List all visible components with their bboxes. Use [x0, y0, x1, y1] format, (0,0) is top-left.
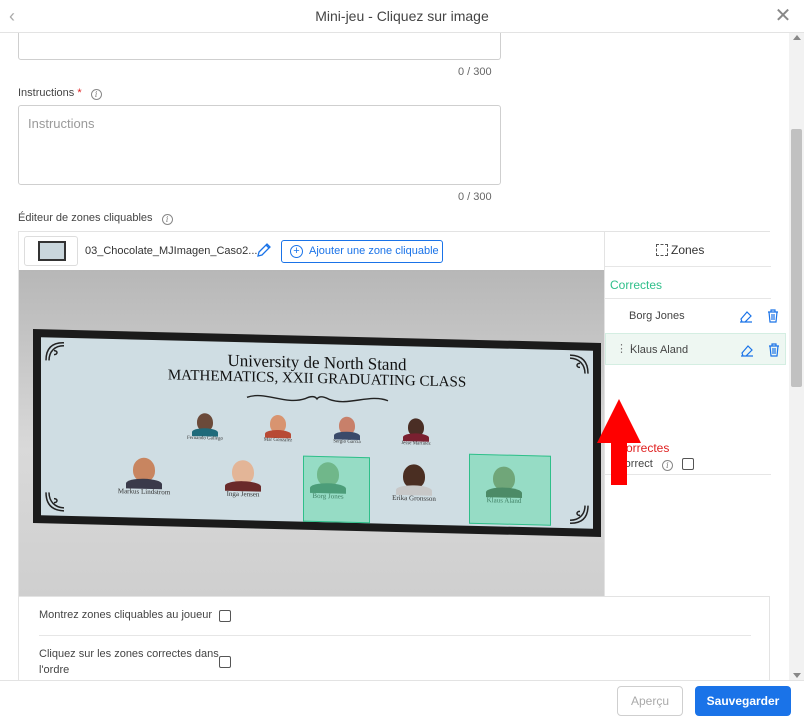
- student-avatar: Fernando Gallego: [175, 413, 235, 443]
- save-button[interactable]: Sauvegarder: [695, 686, 791, 716]
- student-avatar: Mar Gonzalez: [248, 414, 308, 444]
- editor-toolbar: 03_Chocolate_MJImagen_Caso2... + Ajouter…: [19, 232, 604, 270]
- student-avatar: Sergio Garcia: [317, 416, 377, 446]
- divider: [39, 635, 751, 636]
- info-icon[interactable]: i: [661, 460, 673, 471]
- student-name: Fernando Gallego: [187, 435, 223, 442]
- instructions-placeholder: Instructions: [28, 116, 95, 131]
- incorrect-checkbox[interactable]: [682, 458, 694, 470]
- ornament-icon: [45, 492, 65, 512]
- description-counter: 0 / 300: [458, 66, 492, 78]
- zone-item-borg-jones[interactable]: Borg Jones: [605, 300, 786, 332]
- divider: [605, 266, 771, 267]
- order-checkbox[interactable]: [219, 656, 231, 668]
- certificate-board: University de North Stand MATHEMATICS, X…: [41, 337, 593, 529]
- clickable-zones-editor: 03_Chocolate_MJImagen_Caso2... + Ajouter…: [18, 231, 786, 680]
- dialog-content: 0 / 300 Instructions * i Instructions 0 …: [0, 33, 789, 680]
- add-zone-button[interactable]: + Ajouter une zone cliquable: [281, 240, 443, 263]
- scroll-thumb[interactable]: [791, 129, 802, 387]
- info-icon[interactable]: i: [161, 214, 173, 225]
- student-avatar: Erika Gronsson: [379, 464, 449, 504]
- dialog-footer: Aperçu Sauvegarder: [0, 680, 804, 720]
- student-avatar: Markus Lindstrom: [109, 457, 179, 497]
- trash-icon[interactable]: [767, 342, 781, 357]
- eraser-icon[interactable]: [739, 309, 753, 323]
- order-label-line1: Cliquez sur les zones correctes dans: [39, 648, 219, 660]
- info-icon[interactable]: i: [90, 89, 102, 100]
- plus-circle-icon: +: [290, 245, 303, 258]
- correct-section-label: Correctes: [610, 278, 663, 292]
- zones-title-text: Zones: [671, 243, 705, 257]
- instructions-label: Instructions * i: [18, 87, 102, 100]
- scroll-up-icon[interactable]: [793, 35, 801, 40]
- zone-klaus-aland[interactable]: [469, 453, 551, 526]
- order-label-line2: l'ordre: [39, 664, 70, 676]
- required-mark: *: [77, 87, 82, 99]
- file-name: 03_Chocolate_MJImagen_Caso2...: [85, 245, 258, 257]
- zone-name: Klaus Aland: [630, 344, 689, 356]
- flourish-icon: [246, 394, 389, 403]
- close-icon[interactable]: ✕: [774, 6, 792, 26]
- zones-icon: [656, 244, 668, 256]
- student-name: Mar Gonzalez: [263, 437, 293, 444]
- instructions-label-text: Instructions: [18, 87, 75, 99]
- editor-label-text: Éditeur de zones cliquables: [18, 212, 153, 224]
- zone-name: Borg Jones: [629, 310, 685, 322]
- pencil-icon[interactable]: [255, 241, 273, 259]
- certificate-frame: University de North Stand MATHEMATICS, X…: [33, 329, 601, 537]
- add-zone-label: Ajouter une zone cliquable: [309, 245, 439, 257]
- student-avatar: Inga Jensen: [208, 459, 278, 499]
- dialog-title: Mini-jeu - Cliquez sur image: [315, 8, 489, 24]
- zones-title: Zones: [656, 243, 705, 257]
- student-name: Erika Gronsson: [392, 493, 436, 503]
- instructions-textarea[interactable]: Instructions: [18, 105, 501, 185]
- order-label: Cliquez sur les zones correctes dans l'o…: [39, 646, 219, 678]
- ornament-icon: [569, 505, 589, 524]
- student-name: Jesse Martinez: [401, 441, 431, 447]
- student-avatar: Jesse Martinez: [386, 418, 446, 448]
- image-thumbnail[interactable]: [24, 236, 78, 266]
- instructions-counter: 0 / 300: [458, 191, 492, 203]
- vertical-scrollbar[interactable]: [789, 33, 804, 680]
- eraser-icon[interactable]: [740, 343, 754, 357]
- trash-icon[interactable]: [766, 308, 780, 323]
- student-name: Sergio Garcia: [333, 439, 361, 446]
- editor-label: Éditeur de zones cliquables i: [18, 212, 173, 225]
- zone-item-klaus-aland[interactable]: ⋮⋮ Klaus Aland: [605, 333, 786, 365]
- preview-button[interactable]: Aperçu: [617, 686, 683, 716]
- student-name: Markus Lindstrom: [117, 487, 171, 497]
- student-name: Inga Jensen: [226, 489, 260, 499]
- description-textarea[interactable]: [18, 33, 501, 60]
- editor-image[interactable]: University de North Stand MATHEMATICS, X…: [19, 270, 604, 596]
- annotation-arrow-icon: [597, 399, 641, 485]
- zone-borg-jones[interactable]: [303, 455, 370, 524]
- show-zones-checkbox[interactable]: [219, 610, 231, 622]
- editor-options: Montrez zones cliquables au joueur Cliqu…: [19, 596, 770, 680]
- show-zones-label: Montrez zones cliquables au joueur: [39, 609, 213, 621]
- scroll-down-icon[interactable]: [793, 673, 801, 678]
- dialog-header: ‹ Mini-jeu - Cliquez sur image ✕: [0, 0, 804, 33]
- divider: [605, 298, 771, 299]
